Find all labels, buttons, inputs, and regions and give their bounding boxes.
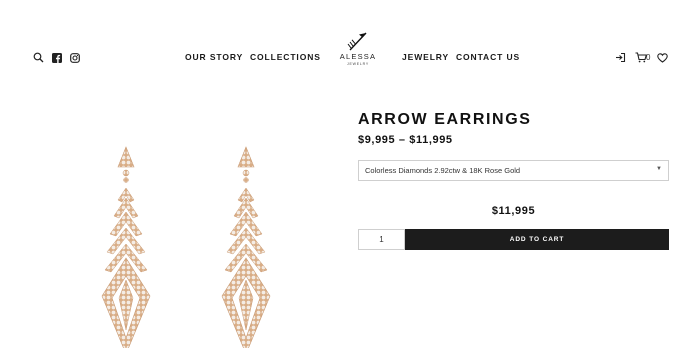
instagram-icon[interactable] (68, 51, 81, 64)
variant-select-value: Colorless Diamonds 2.92ctw & 18K Rose Go… (365, 166, 521, 175)
facebook-icon[interactable] (50, 51, 63, 64)
price-range: $9,995 – $11,995 (358, 134, 453, 146)
logo-subtitle: JEWELRY (346, 62, 370, 66)
cart-count: 0 (646, 53, 651, 62)
chevron-down-icon: ▼ (656, 166, 662, 172)
nav-collections[interactable]: COLLECTIONS (250, 52, 321, 62)
brand-logo[interactable]: ALESSA JEWELRY (334, 30, 382, 72)
nav-jewelry[interactable]: JEWELRY (402, 52, 449, 62)
add-to-cart-button[interactable]: ADD TO CART (405, 229, 669, 250)
login-icon[interactable] (614, 51, 627, 64)
quantity-input[interactable] (358, 229, 405, 250)
nav-contact-us[interactable]: CONTACT US (456, 52, 520, 62)
logo-name: ALESSA (339, 52, 377, 61)
product-title: ARROW EARRINGS (358, 111, 532, 128)
site-header: OUR STORY COLLECTIONS ALESSA JEWELRY JEW… (0, 0, 700, 90)
heart-icon[interactable] (656, 51, 669, 64)
nav-our-story[interactable]: OUR STORY (185, 52, 243, 62)
search-icon[interactable] (32, 51, 45, 64)
logo-arrow-mark (347, 32, 367, 51)
product-image (60, 130, 320, 348)
selected-price: $11,995 (491, 205, 536, 217)
variant-select[interactable]: Colorless Diamonds 2.92ctw & 18K Rose Go… (358, 160, 669, 181)
